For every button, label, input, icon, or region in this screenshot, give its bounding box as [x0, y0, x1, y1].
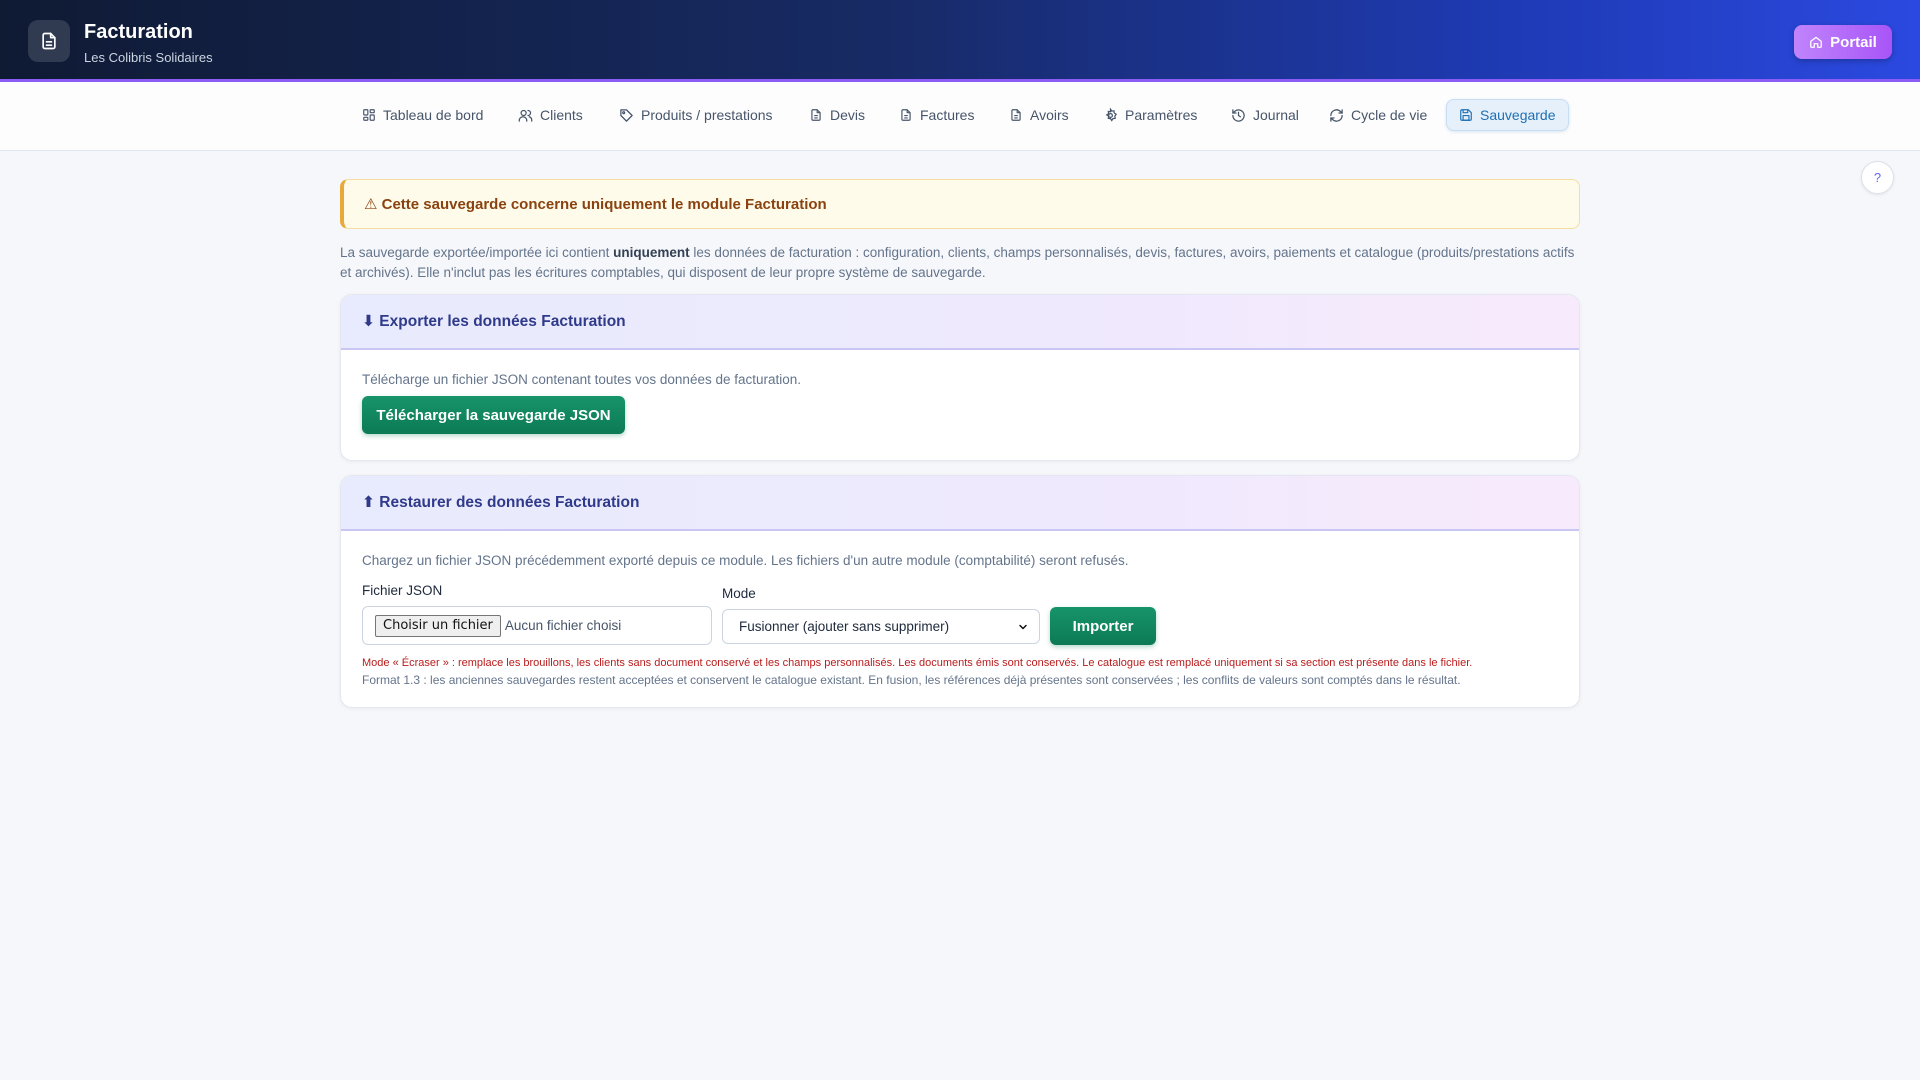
app-title: Facturation [84, 21, 193, 43]
mode-value: Fusionner (ajouter sans supprimer) [739, 619, 950, 634]
mode-label: Mode [722, 586, 756, 601]
nav-label: Paramètres [1125, 107, 1198, 123]
save-icon [1460, 109, 1472, 121]
tag-icon [620, 108, 633, 122]
nav-label: Clients [540, 107, 583, 123]
nav-item-tableau-de-bord[interactable]: Tableau de bord [354, 99, 491, 131]
file-icon [1011, 109, 1021, 121]
nav-item-produits[interactable]: Produits / prestations [611, 99, 781, 131]
download-json-button[interactable]: Télécharger la sauvegarde JSON [362, 396, 625, 434]
nav-label: Tableau de bord [383, 107, 484, 123]
nav-item-sauvegarde[interactable]: Sauvegarde [1446, 99, 1569, 131]
nav-label: Journal [1253, 107, 1299, 123]
chevron-down-icon [1019, 624, 1027, 629]
export-title: ⬇ Exporter les données Facturation [341, 295, 1579, 350]
nav-item-devis[interactable]: Devis [801, 99, 873, 131]
nav-label: Sauvegarde [1480, 107, 1556, 123]
nav-item-parametres[interactable]: Paramètres [1095, 99, 1205, 131]
choose-file-button[interactable]: Choisir un fichier [375, 614, 501, 637]
nav-item-factures[interactable]: Factures [891, 99, 982, 131]
nav-label: Factures [920, 107, 975, 123]
restore-description: Chargez un fichier JSON précédemment exp… [362, 553, 1129, 568]
file-input[interactable]: Choisir un fichier Aucun fichier choisi [362, 606, 712, 645]
file-label: Fichier JSON [362, 583, 443, 598]
format-note: Format 1.3 : les anciennes sauvegardes r… [362, 673, 1461, 687]
overwrite-note: Mode « Écraser » : remplace les brouillo… [362, 657, 1473, 669]
nav-label: Devis [830, 107, 866, 123]
home-icon [1810, 36, 1823, 48]
nav-label: Avoirs [1030, 107, 1069, 123]
export-description: Télécharge un fichier JSON contenant tou… [362, 372, 802, 387]
portal-button[interactable]: Portail [1794, 25, 1892, 59]
main-nav: Tableau de bord Clients Produits / prest… [0, 82, 1920, 151]
nav-item-cycle-de-vie[interactable]: Cycle de vie [1321, 99, 1435, 131]
gear-icon [1105, 107, 1117, 122]
restore-title: ⬆ Restaurer des données Facturation [341, 476, 1579, 531]
app-subtitle: Les Colibris Solidaires [84, 50, 213, 65]
warning-text: ⚠ Cette sauvegarde concerne uniquement l… [364, 196, 827, 213]
dashboard-icon [363, 109, 375, 121]
nav-label: Cycle de vie [1351, 107, 1428, 123]
file-icon [901, 109, 911, 121]
mode-select[interactable]: Fusionner (ajouter sans supprimer) [722, 609, 1040, 644]
refresh-icon [1330, 108, 1343, 122]
portal-label: Portail [1830, 33, 1877, 51]
warning-banner: ⚠ Cette sauvegarde concerne uniquement l… [340, 179, 1580, 229]
nav-item-journal[interactable]: Journal [1223, 99, 1307, 131]
export-card: ⬇ Exporter les données Facturation Téléc… [340, 294, 1580, 461]
nav-item-avoirs[interactable]: Avoirs [1001, 99, 1077, 131]
intro-text: La sauvegarde exportée/importée ici cont… [340, 243, 1580, 283]
intro-before: La sauvegarde exportée/importée ici cont… [340, 245, 614, 260]
nav-item-clients[interactable]: Clients [510, 99, 591, 131]
help-button[interactable]: ? [1861, 161, 1894, 194]
file-icon [811, 109, 821, 121]
app-header: Facturation Les Colibris Solidaires Port… [0, 0, 1920, 82]
intro-bold: uniquement [613, 245, 690, 260]
document-icon [28, 20, 70, 62]
users-icon [518, 109, 533, 122]
restore-card: ⬆ Restaurer des données Facturation Char… [340, 475, 1580, 708]
nav-label: Produits / prestations [641, 107, 773, 123]
history-icon [1232, 108, 1245, 122]
file-status: Aucun fichier choisi [504, 618, 622, 633]
import-button[interactable]: Importer [1050, 607, 1156, 645]
